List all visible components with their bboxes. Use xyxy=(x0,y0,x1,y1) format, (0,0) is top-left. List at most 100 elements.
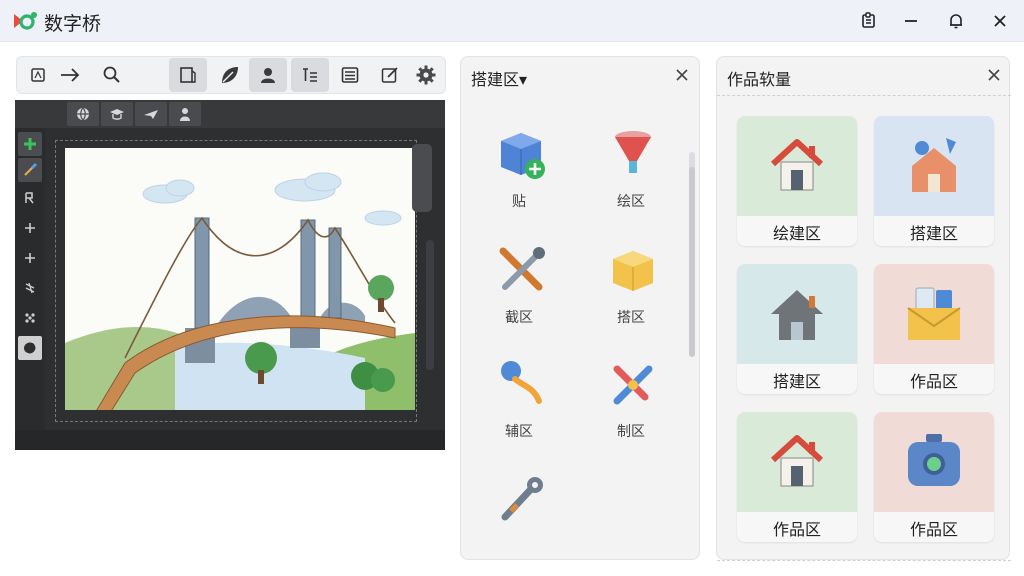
build-tool-3-label: 截区 xyxy=(505,310,533,326)
edit-button[interactable] xyxy=(371,58,409,92)
work-card[interactable]: 作品区 xyxy=(874,264,994,394)
person-icon xyxy=(261,68,275,83)
editor-tool-globe[interactable] xyxy=(67,102,99,126)
build-tool-5-label: 辅区 xyxy=(505,424,533,440)
list-button[interactable] xyxy=(331,58,369,92)
bridge-illustration xyxy=(65,148,415,414)
text-icon xyxy=(25,192,34,204)
works-panel-close-button[interactable] xyxy=(983,64,1005,86)
extension-button[interactable] xyxy=(854,6,884,36)
work-card-label: 作品区 xyxy=(772,520,821,539)
dots-icon xyxy=(25,313,35,323)
build-tool-3[interactable]: 截区 xyxy=(469,243,569,339)
build-panel-close-button[interactable] xyxy=(671,64,693,86)
canvas-editor xyxy=(15,100,445,450)
house-icon xyxy=(770,139,824,191)
build-tool-7[interactable] xyxy=(469,471,569,567)
work-card[interactable]: 绘建区 xyxy=(737,116,857,246)
editor-tool-plane[interactable] xyxy=(135,102,167,126)
close-icon xyxy=(676,69,688,81)
build-tool-6-label: 制区 xyxy=(617,424,645,440)
search-button[interactable] xyxy=(93,58,131,92)
canvas-side-rail[interactable] xyxy=(426,240,434,370)
editor-bottom-bar xyxy=(15,430,445,450)
yellow-cube-icon xyxy=(613,251,653,291)
camera-icon xyxy=(908,434,960,486)
work-card-label: 搭建区 xyxy=(909,224,958,243)
minimize-button[interactable] xyxy=(896,6,926,36)
work-card-label: 作品区 xyxy=(909,520,958,539)
work-card[interactable]: 搭建区 xyxy=(737,264,857,394)
bell-icon xyxy=(950,14,962,29)
layout-icon xyxy=(31,68,45,82)
work-card-label: 搭建区 xyxy=(772,372,821,391)
build-tool-6[interactable]: 制区 xyxy=(581,357,681,453)
wrench-screwdriver-icon xyxy=(499,247,545,291)
figure-icon xyxy=(180,108,190,121)
build-panel-title[interactable]: 搭建区▾ xyxy=(471,66,527,90)
build-panel: 搭建区▾ 贴 绘区 截区 搭区 辅区 制区 xyxy=(460,56,700,560)
blue-cube-plus-icon xyxy=(501,133,545,179)
add-icon xyxy=(25,253,35,263)
tool-add-1[interactable] xyxy=(18,216,42,240)
list-icon xyxy=(341,67,359,83)
wrench-hammer-icon xyxy=(613,365,653,405)
build-tool-4-label: 搭区 xyxy=(617,310,645,326)
house-ideas-icon xyxy=(912,138,956,192)
stroke-icon xyxy=(25,282,35,294)
gear-icon xyxy=(416,65,436,85)
funnel-icon xyxy=(615,131,651,173)
build-tool-4[interactable]: 搭区 xyxy=(581,243,681,339)
build-tool-1[interactable]: 贴 xyxy=(469,127,569,223)
arrow-right-icon xyxy=(61,68,80,82)
tool-stroke[interactable] xyxy=(18,276,42,300)
cap-icon xyxy=(110,109,124,120)
tool-add-2[interactable] xyxy=(18,246,42,270)
work-card-label: 绘建区 xyxy=(772,224,821,243)
canvas-artwork[interactable] xyxy=(65,148,415,414)
works-grid: 绘建区 搭建区 搭建区 作品区 作品区 作品区 xyxy=(717,95,1011,561)
globe-icon xyxy=(77,107,89,121)
build-tool-2-label: 绘区 xyxy=(617,194,645,210)
build-tool-5[interactable]: 辅区 xyxy=(469,357,569,453)
brush-icon xyxy=(24,162,38,176)
gray-house-icon xyxy=(771,290,823,340)
app-title: 数字桥 xyxy=(44,13,102,35)
build-tool-1-label: 贴 xyxy=(512,194,526,210)
work-card[interactable]: 作品区 xyxy=(737,412,857,542)
tool-shape[interactable] xyxy=(18,336,42,360)
tool-add-green[interactable] xyxy=(18,132,42,156)
add-icon xyxy=(25,223,35,233)
work-card[interactable]: 搭建区 xyxy=(874,116,994,246)
notification-button[interactable] xyxy=(941,6,971,36)
leaf-icon xyxy=(222,67,238,83)
tool-brush[interactable] xyxy=(18,158,42,182)
works-panel-title: 作品软量 xyxy=(727,70,792,89)
text-tool-icon xyxy=(303,68,317,82)
editor-top-bar xyxy=(15,100,445,128)
edit-icon xyxy=(381,67,398,83)
wrench-icon xyxy=(501,477,543,521)
pin-tool-icon xyxy=(501,361,542,404)
forward-button[interactable] xyxy=(51,58,89,92)
build-panel-scroll-thumb[interactable] xyxy=(689,167,695,357)
tool-text[interactable] xyxy=(18,186,42,210)
close-window-button[interactable] xyxy=(985,6,1015,36)
app-logo-icon xyxy=(14,12,37,30)
editor-tool-cap[interactable] xyxy=(101,102,133,126)
tool-dots[interactable] xyxy=(18,306,42,330)
build-tool-2[interactable]: 绘区 xyxy=(581,127,681,223)
work-card[interactable]: 作品区 xyxy=(874,412,994,542)
leaf-button[interactable] xyxy=(211,58,249,92)
minimize-icon xyxy=(905,20,917,22)
editor-tool-figure[interactable] xyxy=(169,102,201,126)
text-tool-button[interactable] xyxy=(291,58,329,92)
canvas-vertical-scroll-thumb[interactable] xyxy=(412,144,432,212)
settings-button[interactable] xyxy=(407,58,445,92)
plane-icon xyxy=(144,110,158,119)
puzzle-icon xyxy=(862,12,875,28)
editor-left-toolbar xyxy=(15,128,45,450)
main-toolbar xyxy=(16,56,446,94)
book-button[interactable] xyxy=(169,58,207,92)
person-button[interactable] xyxy=(249,58,287,92)
